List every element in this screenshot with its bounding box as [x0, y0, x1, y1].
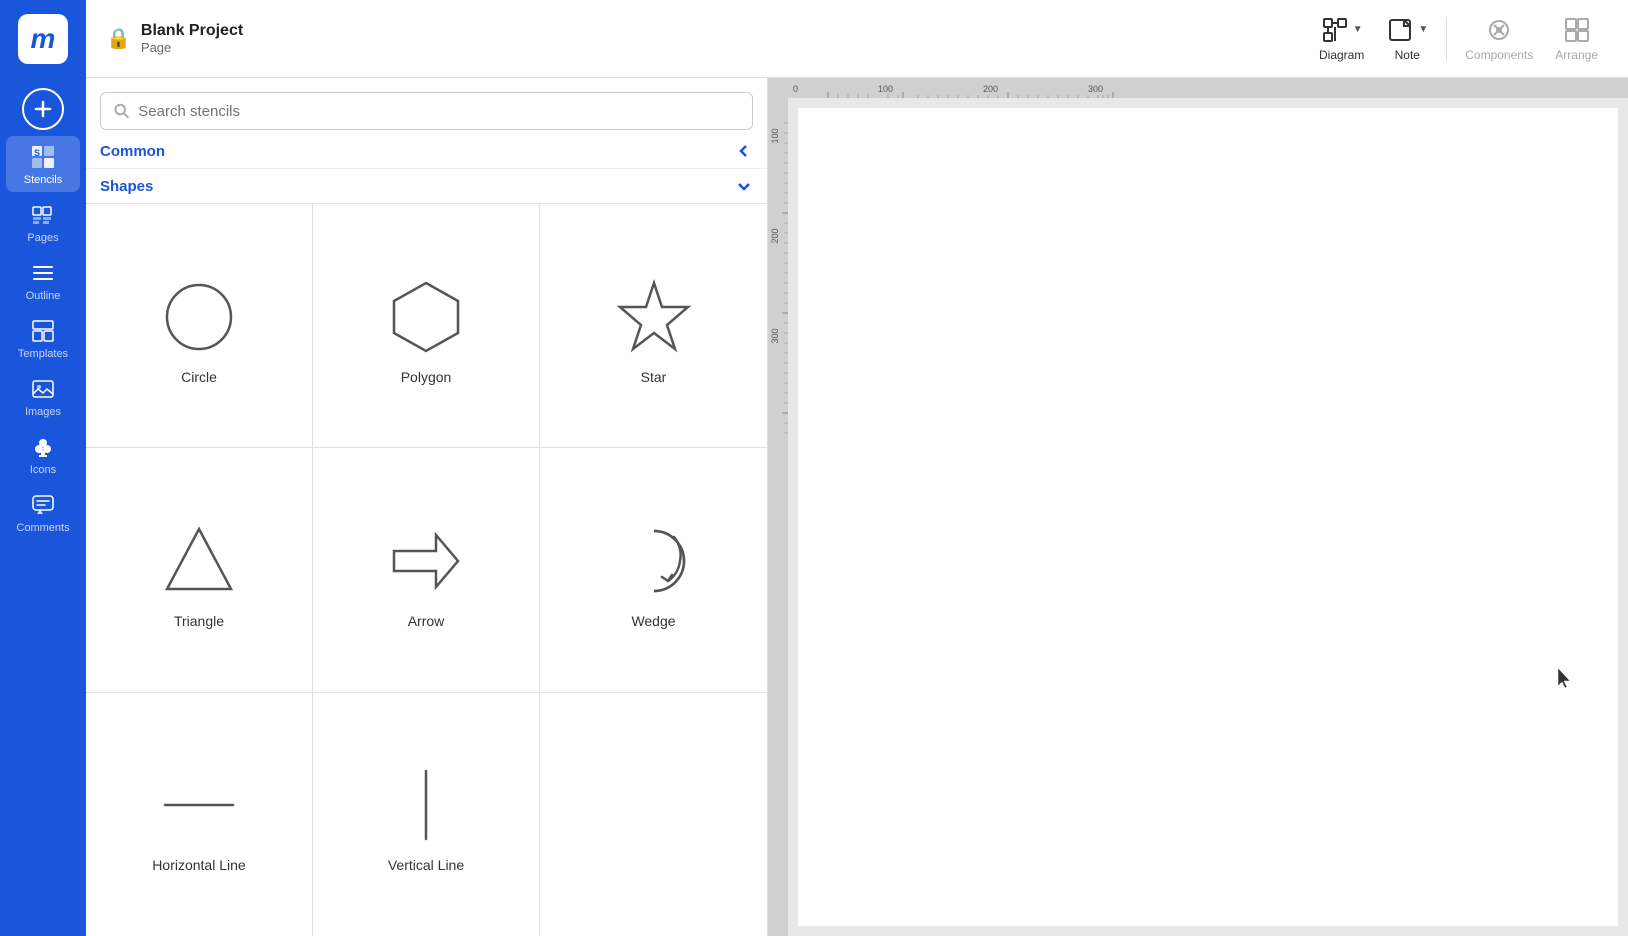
vertical-line-label: Vertical Line [388, 857, 464, 873]
polygon-label: Polygon [401, 369, 452, 385]
icons-icon [30, 434, 56, 460]
shape-triangle[interactable]: Triangle [86, 448, 313, 692]
diagram-label: Diagram [1319, 48, 1364, 62]
diagram-tool[interactable]: ▼ Diagram [1309, 10, 1374, 68]
arrow-shape [384, 519, 468, 603]
circle-label: Circle [181, 369, 217, 385]
shape-circle[interactable]: Circle [86, 204, 313, 448]
chevron-down-icon [735, 177, 753, 195]
star-shape [612, 275, 696, 359]
shape-vertical-line[interactable]: Vertical Line [313, 693, 540, 936]
arrange-tool[interactable]: Arrange [1545, 10, 1608, 68]
shapes-section-header[interactable]: Shapes [86, 168, 767, 203]
sidebar-item-templates[interactable]: Templates [6, 310, 80, 366]
diagram-icon [1321, 16, 1349, 44]
vertical-line-shape [384, 763, 468, 847]
toolbar-tools: ▼ Diagram ▼ Note Component [1309, 10, 1608, 68]
templates-label: Templates [18, 348, 68, 360]
templates-icon [30, 318, 56, 344]
circle-shape [157, 275, 241, 359]
project-title: Blank Project [141, 22, 243, 40]
shape-polygon[interactable]: Polygon [313, 204, 540, 448]
add-button[interactable] [22, 88, 64, 130]
stencil-panel: Common Shapes Circle [86, 78, 768, 936]
note-tool[interactable]: ▼ Note [1376, 10, 1438, 68]
wedge-shape [612, 519, 696, 603]
shapes-grid: Circle Polygon Star Tri [86, 203, 767, 936]
horizontal-line-shape [157, 763, 241, 847]
project-page: Page [141, 40, 243, 55]
svg-text:300: 300 [1088, 84, 1103, 94]
sidebar-item-icons[interactable]: Icons [6, 426, 80, 482]
canvas-drawing-area[interactable] [798, 108, 1618, 926]
note-label: Note [1395, 48, 1420, 62]
stencils-label: Stencils [24, 174, 63, 186]
shapes-label: Shapes [100, 178, 153, 195]
chevron-left-icon [735, 142, 753, 160]
plus-icon [33, 99, 53, 119]
arrow-label: Arrow [408, 613, 445, 629]
sidebar-item-stencils[interactable]: S Stencils [6, 136, 80, 192]
pages-label: Pages [27, 232, 58, 244]
wedge-label: Wedge [631, 613, 675, 629]
components-icon [1485, 16, 1513, 44]
svg-text:200: 200 [770, 228, 780, 243]
icons-label: Icons [30, 464, 56, 476]
shape-horizontal-line[interactable]: Horizontal Line [86, 693, 313, 936]
svg-text:200: 200 [983, 84, 998, 94]
pages-icon [30, 202, 56, 228]
sidebar-item-images[interactable]: Images [6, 368, 80, 424]
ruler-horizontal: 0 100 200 300 [788, 78, 1628, 98]
star-label: Star [641, 369, 667, 385]
canvas-main[interactable] [788, 98, 1628, 936]
triangle-shape [157, 519, 241, 603]
images-icon [30, 376, 56, 402]
outline-icon [30, 260, 56, 286]
sidebar-item-outline[interactable]: Outline [6, 252, 80, 308]
search-icon [113, 102, 130, 120]
ruler-vertical: 100 200 300 [768, 98, 788, 936]
components-tool[interactable]: Components [1455, 10, 1543, 68]
comments-icon [30, 492, 56, 518]
note-dropdown[interactable]: ▼ [1418, 24, 1428, 35]
outline-label: Outline [26, 290, 61, 302]
stencils-icon: S [30, 144, 56, 170]
shape-star[interactable]: Star [540, 204, 767, 448]
svg-text:100: 100 [878, 84, 893, 94]
diagram-dropdown[interactable]: ▼ [1353, 24, 1363, 35]
project-info: 🔒 Blank Project Page [106, 22, 1299, 55]
sidebar: m S Stencils [0, 0, 86, 936]
images-label: Images [25, 406, 61, 418]
shape-arrow[interactable]: Arrow [313, 448, 540, 692]
canvas-area: 0 100 200 300 [768, 78, 1628, 936]
polygon-shape [384, 275, 468, 359]
arrange-icon [1563, 16, 1591, 44]
horizontal-line-label: Horizontal Line [152, 857, 245, 873]
svg-text:0: 0 [793, 84, 798, 94]
sidebar-item-comments[interactable]: Comments [6, 484, 80, 540]
sidebar-item-pages[interactable]: Pages [6, 194, 80, 250]
triangle-label: Triangle [174, 613, 224, 629]
svg-text:S: S [34, 148, 40, 158]
logo: m [18, 14, 68, 64]
search-bar [86, 78, 767, 130]
ruler-corner [768, 78, 788, 98]
common-label: Common [100, 143, 165, 160]
search-input[interactable] [138, 103, 740, 120]
top-toolbar: 🔒 Blank Project Page ▼ Diagram [86, 0, 1628, 78]
components-label: Components [1465, 48, 1533, 62]
note-icon [1386, 16, 1414, 44]
shape-wedge[interactable]: Wedge [540, 448, 767, 692]
svg-text:300: 300 [770, 328, 780, 343]
comments-label: Comments [16, 522, 69, 534]
svg-text:100: 100 [770, 128, 780, 143]
lock-icon: 🔒 [106, 26, 131, 51]
arrange-label: Arrange [1555, 48, 1598, 62]
common-section-header[interactable]: Common [86, 130, 767, 168]
sidebar-logo: m [0, 0, 86, 78]
